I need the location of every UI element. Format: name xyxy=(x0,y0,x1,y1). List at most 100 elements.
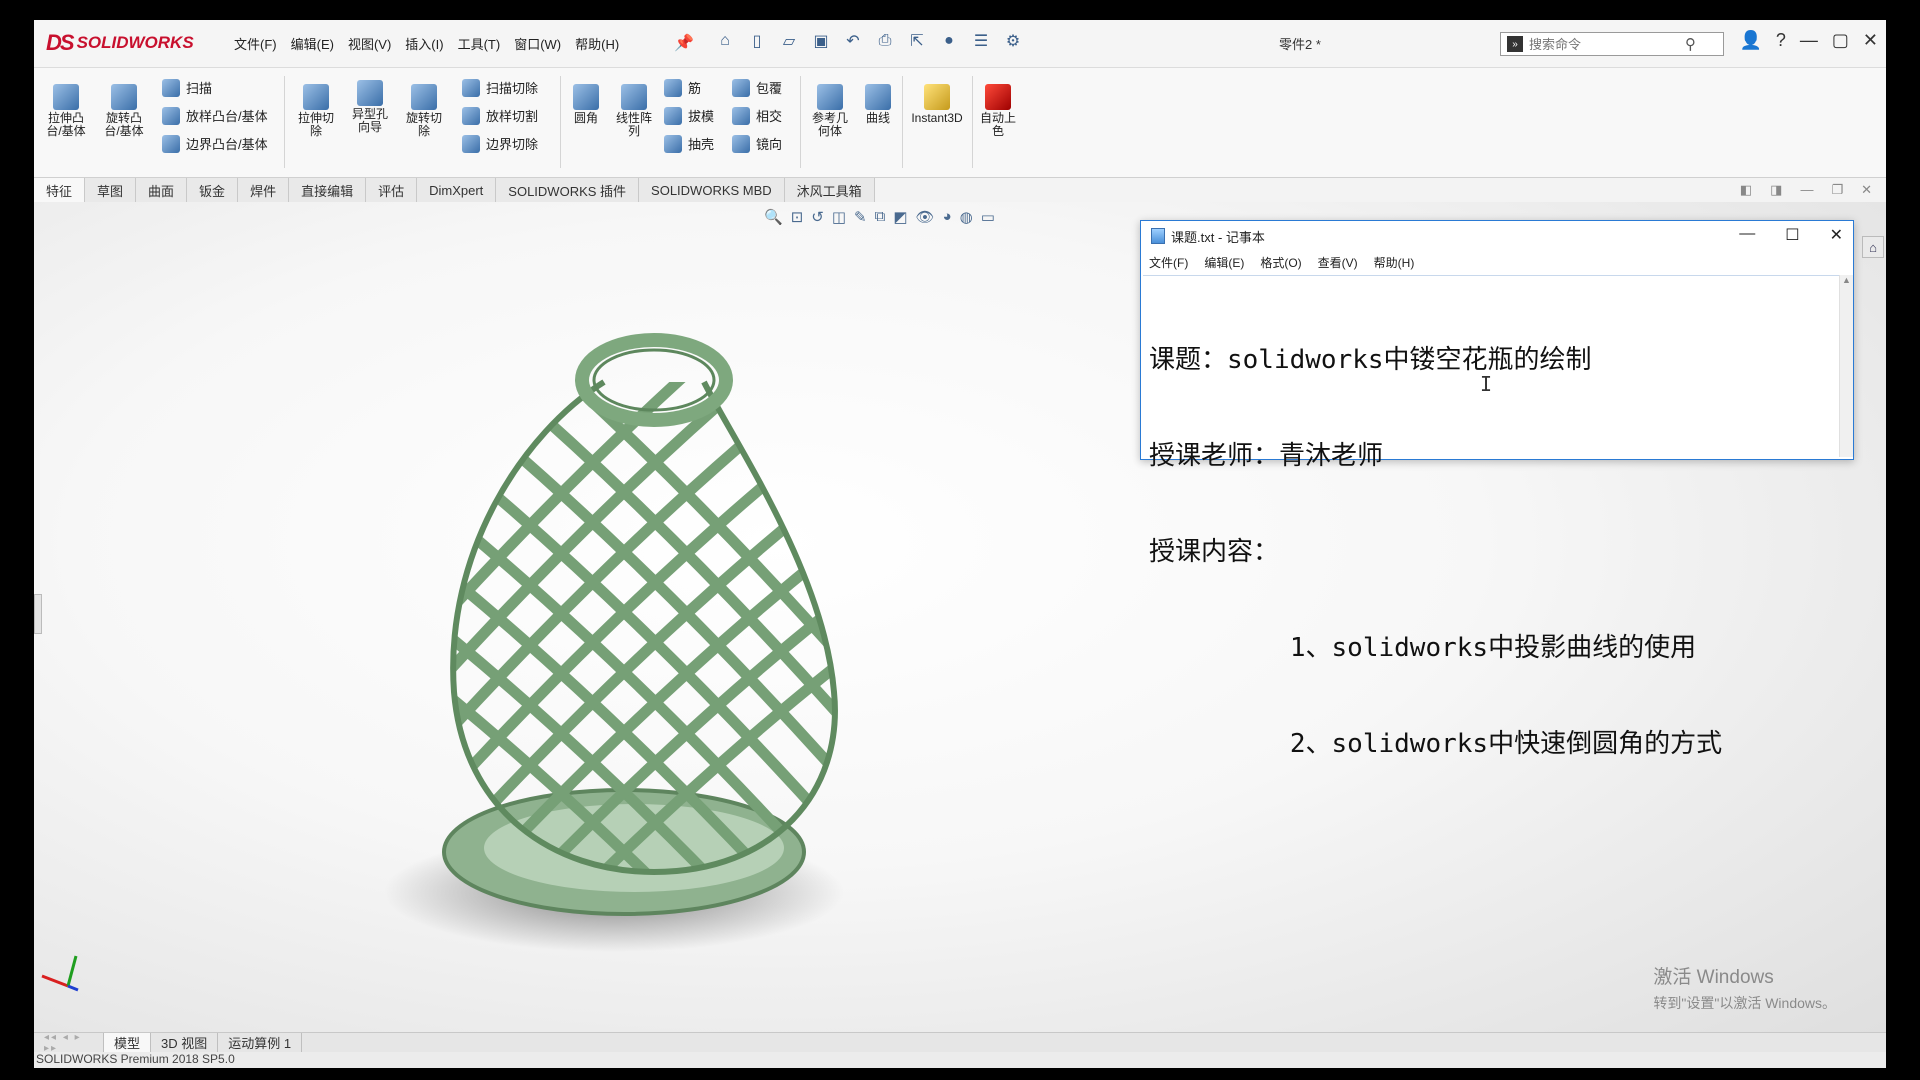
shell-icon xyxy=(664,134,682,153)
select-arrow-icon[interactable]: ⇱ xyxy=(906,30,928,52)
sweep-cut-button[interactable]: 扫描切除 xyxy=(462,78,538,97)
notepad-minimize-icon[interactable]: — xyxy=(1739,225,1755,245)
view-orientation-icon[interactable]: ⧉ xyxy=(875,208,886,226)
home-icon[interactable]: ⌂ xyxy=(714,30,736,52)
linear-pattern-button[interactable]: 线性阵 列 xyxy=(612,84,656,138)
notepad-menu-file[interactable]: 文件(F) xyxy=(1149,254,1188,271)
zoom-to-area-icon[interactable]: ⊡ xyxy=(791,208,804,226)
menu-window[interactable]: 窗口(W) xyxy=(514,34,561,53)
menu-edit[interactable]: 编辑(E) xyxy=(291,34,334,53)
tab-surfaces[interactable]: 曲面 xyxy=(136,178,188,202)
tab-sheet-metal[interactable]: 钣金 xyxy=(187,178,239,202)
pin-menu-icon[interactable]: 📌 xyxy=(674,33,694,53)
draft-button[interactable]: 拔模 xyxy=(664,106,714,125)
tab-evaluate[interactable]: 评估 xyxy=(366,178,418,202)
wrap-button[interactable]: 包覆 xyxy=(732,78,782,97)
notepad-maximize-icon[interactable]: ☐ xyxy=(1785,225,1799,245)
file-properties-icon[interactable]: ☰ xyxy=(970,30,992,52)
reference-geometry-button[interactable]: 参考几 何体 xyxy=(808,84,852,138)
menu-tools[interactable]: 工具(T) xyxy=(458,34,501,53)
view-settings-icon[interactable]: ▭ xyxy=(981,208,995,226)
extrude-boss-button[interactable]: 拉伸凸 台/基体 xyxy=(44,84,88,138)
previous-view-icon[interactable]: ↺ xyxy=(811,208,824,226)
tab-addins[interactable]: SOLIDWORKS 插件 xyxy=(496,178,640,202)
feature-manager-handle[interactable] xyxy=(34,594,42,634)
scroll-up-icon[interactable]: ▲ xyxy=(1840,275,1853,285)
revolve-cut-button[interactable]: 旋转切 除 xyxy=(402,84,446,138)
doc-close-icon[interactable]: ✕ xyxy=(1861,182,1872,198)
notepad-menu-edit[interactable]: 编辑(E) xyxy=(1204,254,1244,271)
doc-restore-icon[interactable]: ❐ xyxy=(1831,182,1843,198)
dynamic-annotation-icon[interactable]: ✎ xyxy=(854,208,867,226)
tab-sketch[interactable]: 草图 xyxy=(85,178,137,202)
shell-button[interactable]: 抽壳 xyxy=(664,134,714,153)
hole-wizard-button[interactable]: 异型孔 向导 xyxy=(348,80,392,134)
user-icon[interactable]: 👤 xyxy=(1739,30,1761,51)
tile-left-icon[interactable]: ◧ xyxy=(1740,182,1752,198)
open-folder-icon[interactable]: ▱ xyxy=(778,30,800,52)
menu-file[interactable]: 文件(F) xyxy=(234,34,277,53)
sweep-button[interactable]: 扫描 xyxy=(162,78,212,97)
notepad-close-icon[interactable]: ✕ xyxy=(1830,225,1843,245)
extrude-cut-button[interactable]: 拉伸切 除 xyxy=(294,84,338,138)
tab-dimxpert[interactable]: DimXpert xyxy=(417,178,497,202)
curves-button[interactable]: 曲线 xyxy=(860,84,896,125)
menu-help[interactable]: 帮助(H) xyxy=(575,34,619,53)
print-icon[interactable]: ⎙ xyxy=(874,30,896,52)
tab-3d-views[interactable]: 3D 视图 xyxy=(151,1033,219,1052)
notepad-menu-help[interactable]: 帮助(H) xyxy=(1374,254,1415,271)
apply-scene-icon[interactable]: ◍ xyxy=(960,208,973,226)
display-style-icon[interactable]: ◩ xyxy=(893,208,907,226)
options-gear-icon[interactable]: ⚙ xyxy=(1002,30,1024,52)
linear-pattern-icon xyxy=(621,84,647,110)
maximize-icon[interactable]: ▢ xyxy=(1832,30,1849,51)
view-palette-home-icon[interactable]: ⌂ xyxy=(1862,236,1884,258)
loft-boss-button[interactable]: 放样凸台/基体 xyxy=(162,106,268,125)
solidworks-logo[interactable]: DS SOLIDWORKS xyxy=(46,28,194,58)
notepad-menu-view[interactable]: 查看(V) xyxy=(1318,254,1358,271)
revolve-boss-button[interactable]: 旋转凸 台/基体 xyxy=(102,84,146,138)
edit-appearance-icon[interactable]: ◕ xyxy=(943,208,952,226)
rib-button[interactable]: 筋 xyxy=(664,78,701,97)
zoom-to-fit-icon[interactable]: 🔍 xyxy=(764,208,783,226)
tab-mbd[interactable]: SOLIDWORKS MBD xyxy=(639,178,785,202)
menu-view[interactable]: 视图(V) xyxy=(348,34,391,53)
minimize-icon[interactable]: — xyxy=(1800,30,1818,51)
search-scope-icon[interactable]: » xyxy=(1507,36,1523,52)
rebuild-icon[interactable]: ● xyxy=(938,30,960,52)
tab-motion-study[interactable]: 运动算例 1 xyxy=(218,1033,303,1052)
tab-model[interactable]: 模型 xyxy=(104,1033,152,1052)
tab-scroll-arrows[interactable]: ◂◂ ◂ ▸ ▸▸ xyxy=(34,1032,104,1054)
tab-features[interactable]: 特征 xyxy=(34,178,86,202)
loft-cut-button[interactable]: 放样切割 xyxy=(462,106,538,125)
boundary-boss-button[interactable]: 边界凸台/基体 xyxy=(162,134,268,153)
search-input[interactable] xyxy=(1529,36,1679,52)
new-document-icon[interactable]: ▯ xyxy=(746,30,768,52)
search-icon[interactable]: ⚲ xyxy=(1685,35,1696,53)
auto-color-button[interactable]: 自动上 色 xyxy=(976,84,1020,138)
help-icon[interactable]: ? xyxy=(1776,30,1786,51)
menu-insert[interactable]: 插入(I) xyxy=(405,34,443,53)
save-icon[interactable]: ▣ xyxy=(810,30,832,52)
mirror-button[interactable]: 镜向 xyxy=(732,134,782,153)
undo-icon[interactable]: ↶ xyxy=(842,30,864,52)
doc-minimize-icon[interactable]: — xyxy=(1800,182,1813,198)
vase-model[interactable] xyxy=(374,292,934,952)
tab-weldments[interactable]: 焊件 xyxy=(238,178,290,202)
notepad-menu-format[interactable]: 格式(O) xyxy=(1260,254,1301,271)
watermark-title: 激活 Windows xyxy=(1653,967,1774,988)
notepad-text-area[interactable]: 课题：solidworks中镂空花瓶的绘制 授课老师：青沐老师 授课内容： 1、… xyxy=(1143,275,1839,759)
boundary-cut-button[interactable]: 边界切除 xyxy=(462,134,538,153)
instant3d-button[interactable]: Instant3D xyxy=(906,84,968,125)
tile-right-icon[interactable]: ◨ xyxy=(1770,182,1782,198)
close-icon[interactable]: ✕ xyxy=(1863,30,1878,51)
notepad-scrollbar[interactable]: ▲ xyxy=(1839,275,1853,457)
tab-mufeng-toolbox[interactable]: 沐风工具箱 xyxy=(784,178,875,202)
fillet-button[interactable]: 圆角 xyxy=(568,84,604,125)
tab-direct-editing[interactable]: 直接编辑 xyxy=(289,178,367,202)
hide-show-items-icon[interactable]: 👁 xyxy=(916,208,935,226)
intersect-button[interactable]: 相交 xyxy=(732,106,782,125)
section-view-icon[interactable]: ◫ xyxy=(832,208,846,226)
search-commands[interactable]: » ⚲ xyxy=(1500,32,1724,56)
notepad-window[interactable]: 课题.txt - 记事本 — ☐ ✕ 文件(F) 编辑(E) 格式(O) 查看(… xyxy=(1140,220,1854,759)
